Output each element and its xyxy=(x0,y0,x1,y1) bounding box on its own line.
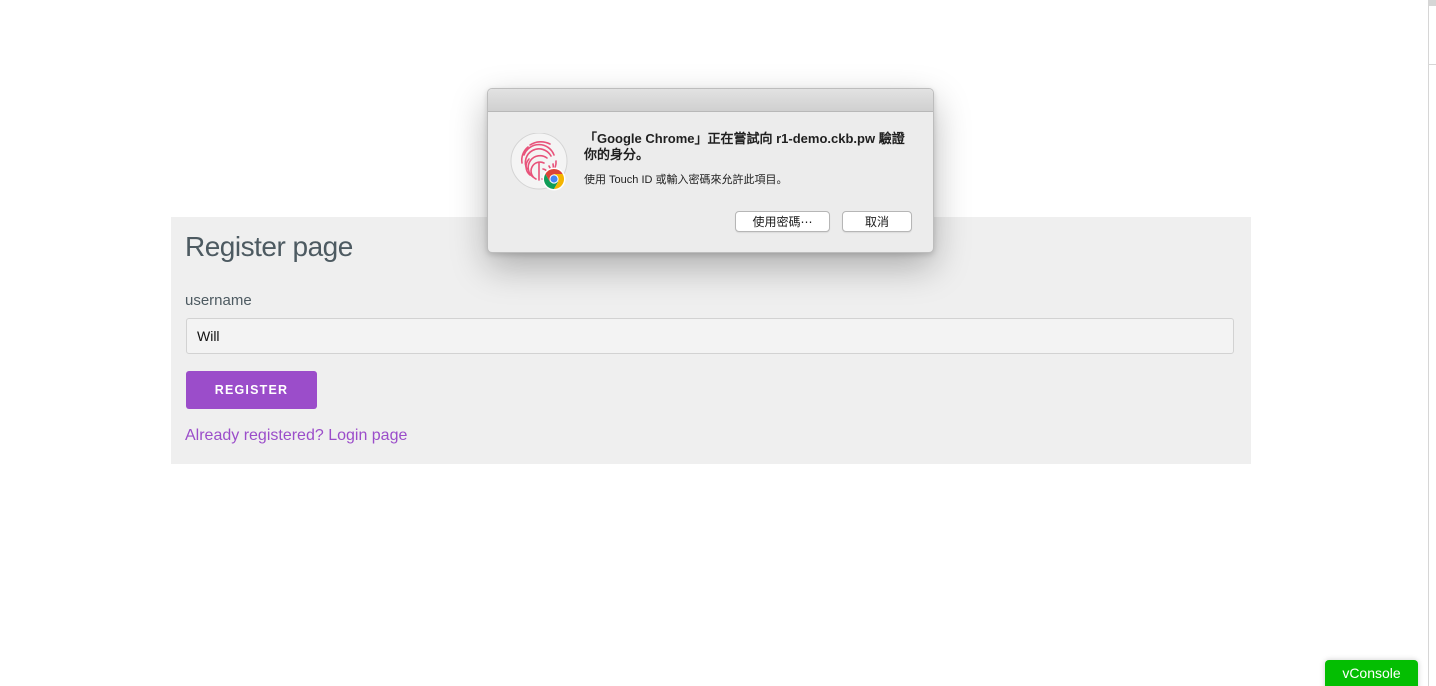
scrollbar-track[interactable] xyxy=(1428,0,1429,686)
username-label: username xyxy=(185,292,252,309)
touch-id-dialog: 「Google Chrome」正在嘗試向 r1-demo.ckb.pw 驗證你的… xyxy=(487,88,934,253)
username-input[interactable] xyxy=(186,318,1234,354)
scrollbar-tick xyxy=(1429,64,1436,65)
login-page-link[interactable]: Already registered? Login page xyxy=(185,427,407,445)
scrollbar-tick xyxy=(1429,0,1436,6)
dialog-message: 使用 Touch ID 或輸入密碼來允許此項目。 xyxy=(584,174,788,186)
browser-viewport: Register page username REGISTER Already … xyxy=(0,0,1436,686)
page-title: Register page xyxy=(185,231,353,262)
google-chrome-icon xyxy=(542,167,566,191)
cancel-button[interactable]: 取消 xyxy=(842,211,912,232)
dialog-heading: 「Google Chrome」正在嘗試向 r1-demo.ckb.pw 驗證你的… xyxy=(584,131,905,162)
use-password-button[interactable]: 使用密碼⋯ xyxy=(735,211,830,232)
dialog-titlebar[interactable] xyxy=(488,89,933,112)
register-panel: Register page username REGISTER Already … xyxy=(171,217,1251,464)
register-button[interactable]: REGISTER xyxy=(186,371,317,409)
vconsole-button[interactable]: vConsole xyxy=(1325,660,1418,686)
